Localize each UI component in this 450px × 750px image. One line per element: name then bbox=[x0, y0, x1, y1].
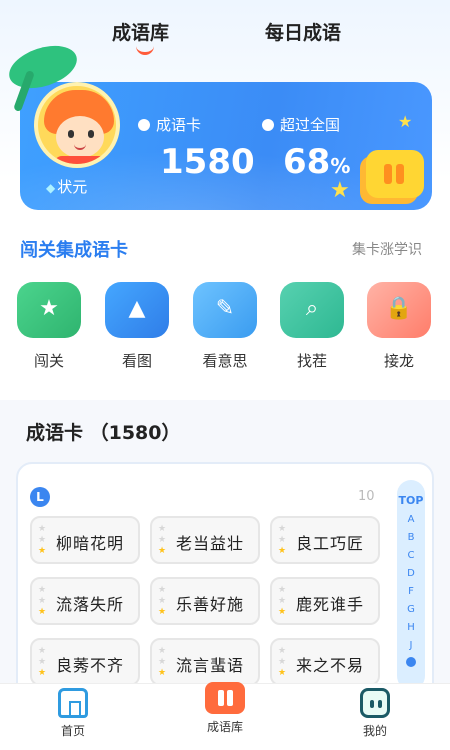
index-current-marker bbox=[406, 657, 416, 667]
stat-label-percentile: 超过全国 bbox=[262, 114, 340, 135]
feature-kantu[interactable]: ▲ 看图 bbox=[102, 282, 172, 371]
card-stack-icon bbox=[366, 150, 424, 198]
idiom-card[interactable]: ★ ★ ★ 鹿死谁手 bbox=[270, 577, 380, 625]
feature-zhaocha[interactable]: ⌕ 找茬 bbox=[277, 282, 347, 371]
nav-home[interactable]: 首页 bbox=[38, 688, 108, 739]
star-rating: ★ ★ ★ bbox=[158, 646, 167, 678]
stat-label-cards: 成语卡 bbox=[138, 114, 201, 135]
avatar-eye bbox=[68, 130, 74, 138]
idiom-card[interactable]: ★ ★ ★ 良莠不齐 bbox=[30, 638, 140, 686]
profile-icon bbox=[360, 688, 390, 718]
idiom-library-icon bbox=[205, 682, 245, 714]
scroll-icon: ✎ bbox=[193, 282, 257, 338]
diamond-icon: ◆ bbox=[46, 181, 56, 195]
idiom-card[interactable]: ★ ★ ★ 流言蜚语 bbox=[150, 638, 260, 686]
star-rating: ★ ★ ★ bbox=[278, 646, 287, 678]
index-top[interactable]: TOP bbox=[397, 494, 425, 507]
star-card-icon: ★ bbox=[17, 282, 81, 338]
magnifier-icon: ⌕ bbox=[280, 282, 344, 338]
rank-text: 状元 bbox=[57, 178, 88, 196]
star-icon: ★ bbox=[330, 178, 350, 203]
index-letter[interactable]: B bbox=[397, 532, 425, 543]
group-count: 10 bbox=[358, 489, 375, 504]
dot-icon bbox=[138, 119, 150, 131]
star-rating: ★ ★ ★ bbox=[158, 524, 167, 556]
stat-value-cards: 1580 bbox=[160, 142, 255, 182]
star-rating: ★ ★ ★ bbox=[38, 524, 47, 556]
avatar-face bbox=[56, 116, 104, 158]
star-rating: ★ ★ ★ bbox=[278, 585, 287, 617]
index-letter[interactable]: G bbox=[397, 604, 425, 615]
idiom-card[interactable]: ★ ★ ★ 柳暗花明 bbox=[30, 516, 140, 564]
active-tab-indicator bbox=[136, 45, 154, 55]
stat-value-percentile: 68% bbox=[283, 142, 351, 182]
index-letter[interactable]: C bbox=[397, 550, 425, 561]
idiom-card[interactable]: ★ ★ ★ 流落失所 bbox=[30, 577, 140, 625]
feature-jielong[interactable]: 🔒 接龙 bbox=[364, 282, 434, 371]
idiom-card[interactable]: ★ ★ ★ 良工巧匠 bbox=[270, 516, 380, 564]
idiom-card[interactable]: ★ ★ ★ 来之不易 bbox=[270, 638, 380, 686]
bottom-nav: 首页 成语库 我的 bbox=[0, 682, 450, 750]
index-letter[interactable]: A bbox=[397, 514, 425, 525]
lock-icon: 🔒 bbox=[367, 282, 431, 338]
alphabet-index-bar[interactable]: TOP A B C D F G H J bbox=[397, 480, 425, 690]
idiom-card[interactable]: ★ ★ ★ 老当益壮 bbox=[150, 516, 260, 564]
star-icon: ★ bbox=[398, 112, 413, 131]
star-rating: ★ ★ ★ bbox=[38, 646, 47, 678]
tab-idiom-library[interactable]: 成语库 bbox=[112, 18, 169, 45]
index-letter[interactable]: F bbox=[397, 586, 425, 597]
section-title-collect: 闯关集成语卡 bbox=[20, 240, 128, 261]
avatar-eye bbox=[88, 130, 94, 138]
star-rating: ★ ★ ★ bbox=[38, 585, 47, 617]
feature-kanyisi[interactable]: ✎ 看意思 bbox=[190, 282, 260, 371]
feature-chuangguan[interactable]: ★ 闯关 bbox=[14, 282, 84, 371]
avatar[interactable] bbox=[34, 82, 120, 168]
index-letter[interactable]: D bbox=[397, 568, 425, 579]
home-icon bbox=[58, 688, 88, 718]
picture-icon: ▲ bbox=[105, 282, 169, 338]
idiom-card[interactable]: ★ ★ ★ 乐善好施 bbox=[150, 577, 260, 625]
group-letter-badge: L bbox=[30, 487, 50, 507]
nav-idiom-library[interactable]: 成语库 bbox=[190, 682, 260, 735]
nav-profile[interactable]: 我的 bbox=[340, 688, 410, 739]
section-link-learn[interactable]: 集卡涨学识 bbox=[352, 239, 422, 259]
card-list-title: 成语卡 （1580） bbox=[26, 422, 181, 444]
tab-daily-idiom[interactable]: 每日成语 bbox=[265, 18, 341, 45]
star-rating: ★ ★ ★ bbox=[278, 524, 287, 556]
star-rating: ★ ★ ★ bbox=[158, 585, 167, 617]
rank-label: ◆ 状元 bbox=[46, 176, 87, 197]
index-letter[interactable]: H bbox=[397, 622, 425, 633]
index-letter[interactable]: J bbox=[397, 640, 425, 651]
dot-icon bbox=[262, 119, 274, 131]
